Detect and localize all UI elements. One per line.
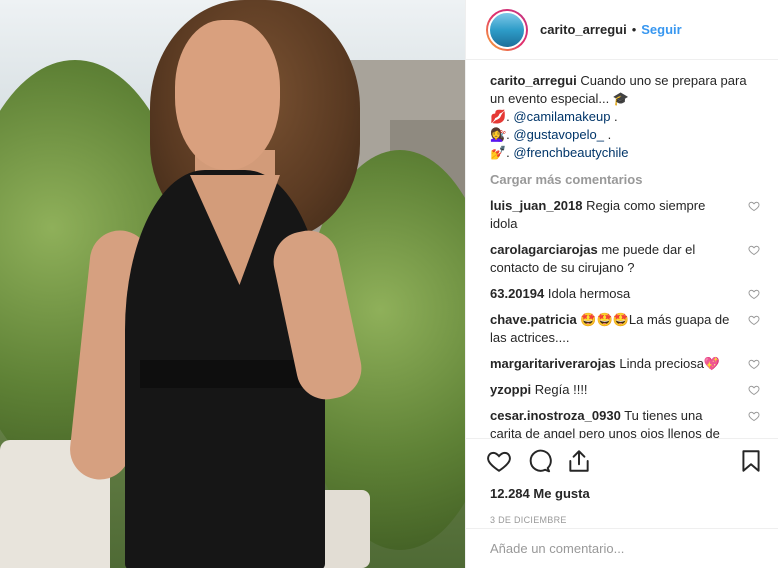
post-header: carito_arregui • Seguir <box>466 0 778 60</box>
load-more-comments-button[interactable]: Cargar más comentarios <box>490 172 762 187</box>
comment-item: chave.patricia 🤩🤩🤩La más guapa de las ac… <box>490 311 762 347</box>
instagram-post-view: carito_arregui • Seguir carito_arregui C… <box>0 0 778 568</box>
heart-icon[interactable] <box>486 448 512 474</box>
comment-text: Regía !!!! <box>534 382 588 397</box>
post-photo[interactable] <box>0 0 465 568</box>
mention-link[interactable]: @frenchbeautychile <box>513 145 628 160</box>
comment-item: carolagarciarojas me puede dar el contac… <box>490 241 762 277</box>
caption-line-prefix: 💇‍♀️. <box>490 127 514 142</box>
comment-username[interactable]: margaritariverarojas <box>490 356 616 371</box>
photo-face <box>175 20 280 170</box>
like-comment-heart-icon[interactable] <box>748 200 760 212</box>
comment-username[interactable]: 63.20194 <box>490 286 544 301</box>
like-comment-heart-icon[interactable] <box>748 288 760 300</box>
comment-icon[interactable] <box>526 448 552 474</box>
like-comment-heart-icon[interactable] <box>748 314 760 326</box>
comment-item: yzoppi Regía !!!! <box>490 381 762 399</box>
post-date[interactable]: 3 DE DICIEMBRE <box>466 501 778 525</box>
avatar-image <box>488 10 526 49</box>
comment-username[interactable]: yzoppi <box>490 382 531 397</box>
comment-username[interactable]: luis_juan_2018 <box>490 198 583 213</box>
follow-button[interactable]: Seguir <box>641 22 681 37</box>
post-side-panel: carito_arregui • Seguir carito_arregui C… <box>465 0 778 568</box>
like-comment-heart-icon[interactable] <box>748 244 760 256</box>
comment-text: Idola hermosa <box>547 286 631 301</box>
post-actions-bar <box>466 438 778 482</box>
comment-username[interactable]: cesar.inostroza_0930 <box>490 408 621 423</box>
mention-link[interactable]: @camilamakeup <box>513 109 610 124</box>
caption-line-prefix: 💋. <box>490 109 514 124</box>
add-comment-bar <box>466 528 778 568</box>
comment-text: Linda preciosa💖 <box>619 356 721 371</box>
caption-username[interactable]: carito_arregui <box>490 73 577 88</box>
caption-line-prefix: 💅. <box>490 145 514 160</box>
comment-item: cesar.inostroza_0930 Tu tienes una carit… <box>490 407 762 438</box>
comment-username[interactable]: chave.patricia <box>490 312 577 327</box>
comments-list[interactable]: carito_arregui Cuando uno se prepara par… <box>466 60 778 438</box>
caption-line-suffix: . <box>603 127 612 142</box>
post-caption: carito_arregui Cuando uno se prepara par… <box>490 72 762 162</box>
header-separator: • <box>631 22 637 37</box>
caption-line-suffix: . <box>610 109 618 124</box>
add-comment-input[interactable] <box>490 541 754 556</box>
likes-count[interactable]: 12.284 Me gusta <box>466 482 778 501</box>
bookmark-icon[interactable] <box>738 448 764 474</box>
mention-link[interactable]: @gustavopelo_ <box>513 127 604 142</box>
like-comment-heart-icon[interactable] <box>748 358 760 370</box>
comment-item: margaritariverarojas Linda preciosa💖 <box>490 355 762 373</box>
header-username[interactable]: carito_arregui <box>540 22 627 37</box>
comment-item: luis_juan_2018 Regia como siempre idola <box>490 197 762 233</box>
photo-belt <box>140 360 320 388</box>
comment-item: 63.20194 Idola hermosa <box>490 285 762 303</box>
avatar[interactable] <box>486 8 528 51</box>
share-icon[interactable] <box>566 448 592 474</box>
like-comment-heart-icon[interactable] <box>748 410 760 422</box>
comment-username[interactable]: carolagarciarojas <box>490 242 598 257</box>
like-comment-heart-icon[interactable] <box>748 384 760 396</box>
